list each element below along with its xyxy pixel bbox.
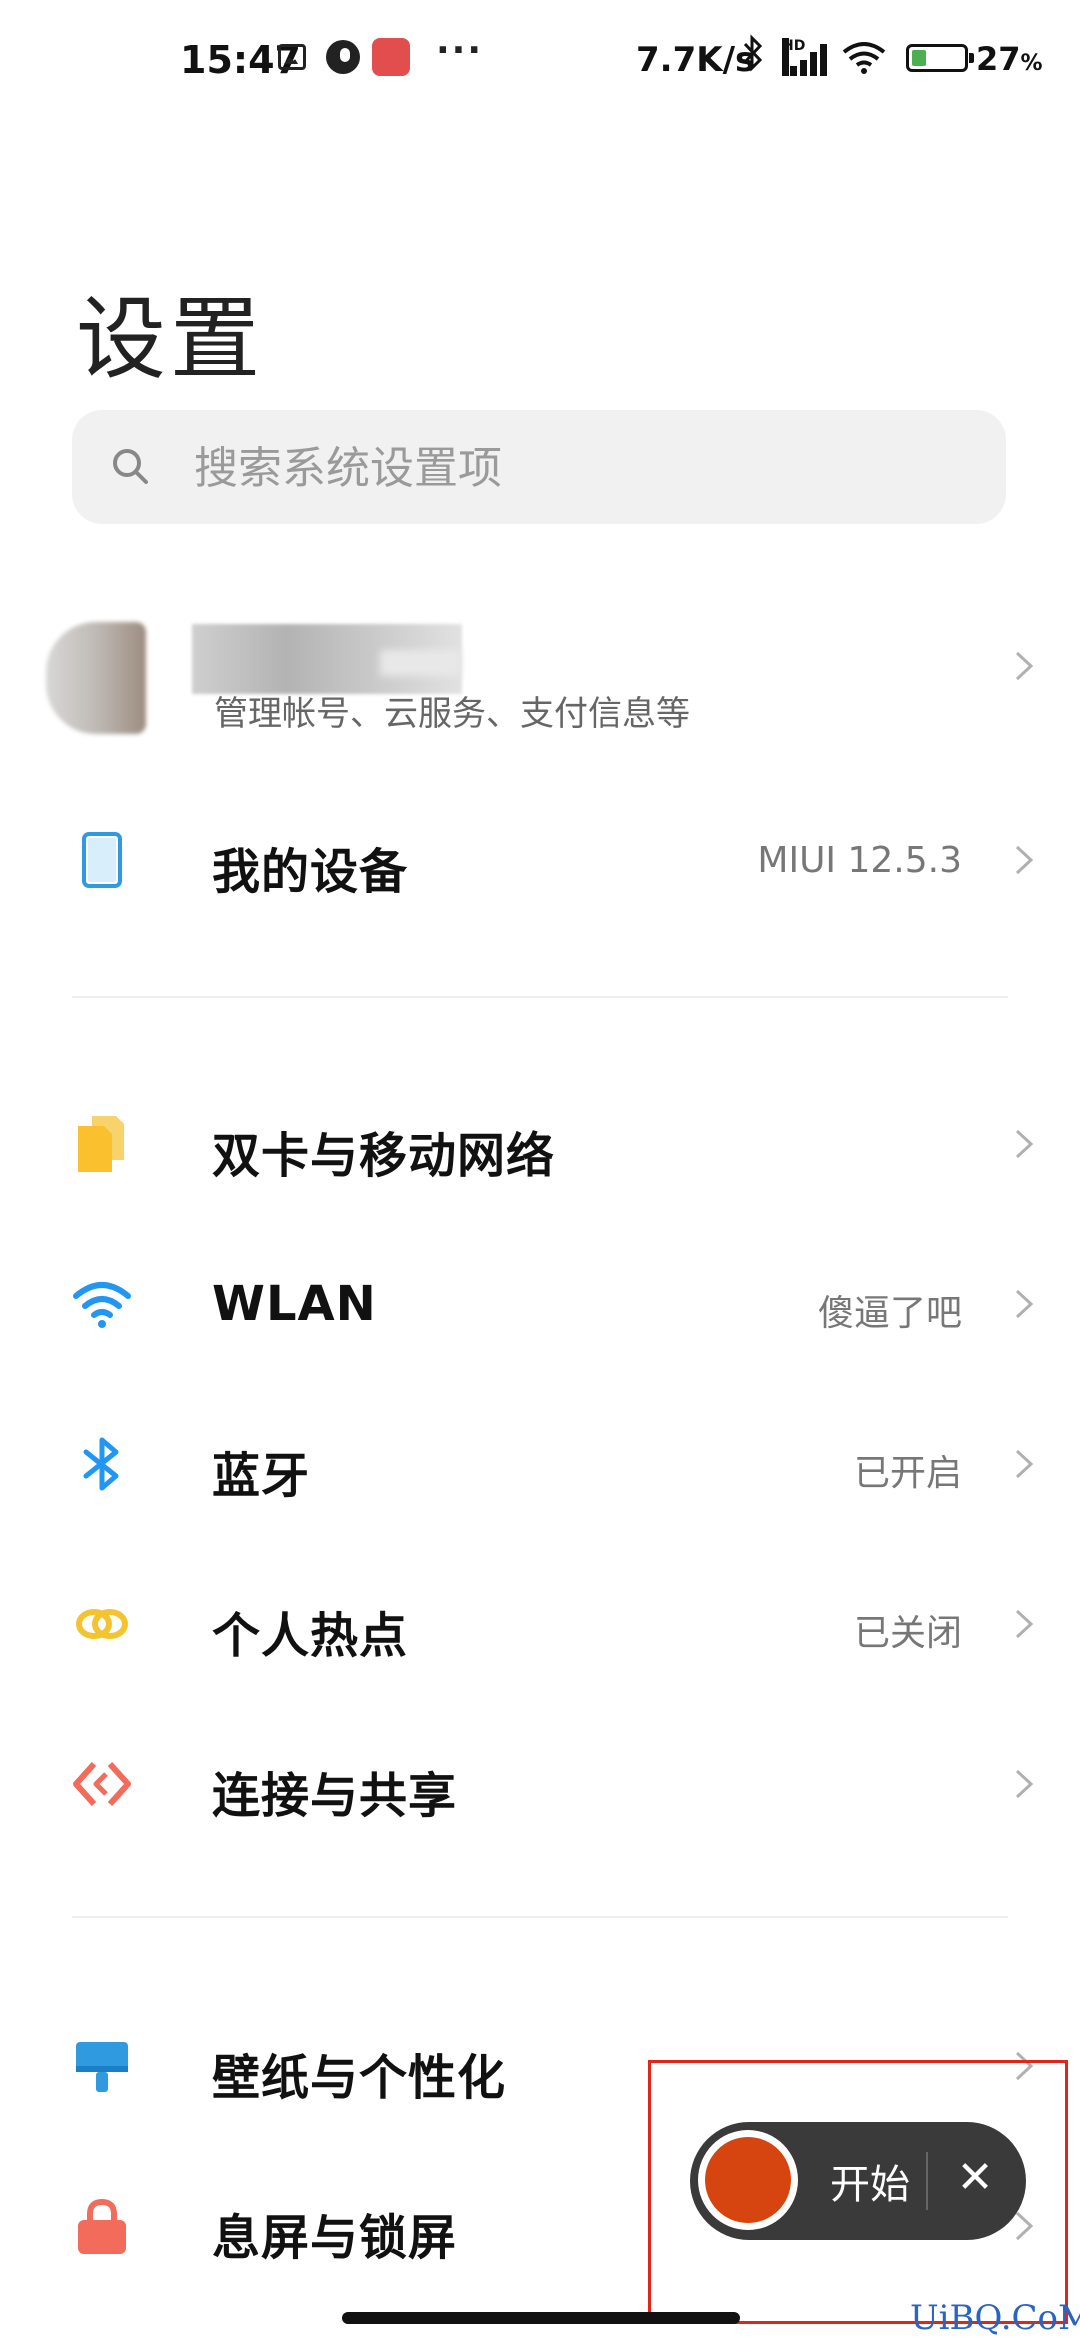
watermark: UiBQ.CoM — [910, 2298, 1080, 2338]
account-row[interactable]: 管理帐号、云服务、支付信息等 — [0, 610, 1080, 760]
start-recording-button[interactable]: 开始 — [830, 2152, 910, 2210]
row-label: WLAN — [212, 1276, 377, 1332]
section-divider — [72, 1916, 1008, 1918]
row-label: 息屏与锁屏 — [212, 2210, 458, 2266]
lock-icon — [78, 2198, 126, 2254]
page-title: 设置 — [76, 287, 264, 392]
row-label: 壁纸与个性化 — [212, 2050, 507, 2106]
search-input[interactable] — [192, 410, 976, 526]
chevron-right-icon — [1015, 1449, 1034, 1479]
chevron-right-icon — [1015, 1769, 1034, 1799]
battery-charging-icon — [906, 44, 974, 72]
record-button[interactable] — [698, 2130, 798, 2230]
settings-row-my-device[interactable]: 我的设备 MIUI 12.5.3 — [0, 784, 1080, 934]
network-speed: 7.7K/s — [636, 40, 756, 80]
settings-row-sim-network[interactable]: 双卡与移动网络 — [0, 1068, 1080, 1218]
row-value: 傻逼了吧 — [817, 1293, 962, 1334]
chevron-right-icon — [1015, 651, 1034, 681]
bluetooth-status-icon — [742, 34, 764, 81]
gesture-navigation-bar[interactable] — [342, 2312, 740, 2324]
app-notification-icon — [326, 40, 360, 74]
share-icon — [73, 1761, 131, 1807]
row-label: 双卡与移动网络 — [212, 1128, 556, 1184]
gallery-notification-icon — [278, 44, 306, 70]
sim-card-icon — [78, 1116, 124, 1172]
paint-brush-icon — [76, 2042, 128, 2092]
chevron-right-icon — [1015, 845, 1034, 875]
settings-row-bluetooth[interactable]: 蓝牙 已开启 — [0, 1388, 1080, 1538]
recorder-separator — [926, 2152, 928, 2210]
settings-row-hotspot[interactable]: 个人热点 已关闭 — [0, 1548, 1080, 1698]
chevron-right-icon — [1015, 1609, 1034, 1639]
hotspot-icon — [76, 1609, 128, 1639]
section-divider — [72, 996, 1008, 998]
chevron-right-icon — [1015, 1289, 1034, 1319]
wifi-icon — [73, 1282, 131, 1328]
search-icon — [113, 449, 148, 484]
status-bar: 15:47 ··· 7.7K/s HD 27% — [0, 0, 1080, 120]
close-icon[interactable]: ✕ — [950, 2148, 1000, 2208]
battery-percentage: 27% — [976, 40, 1043, 78]
row-value: MIUI 12.5.3 — [757, 840, 962, 881]
wifi-status-icon — [842, 40, 886, 74]
avatar — [46, 622, 146, 734]
settings-row-wlan[interactable]: WLAN 傻逼了吧 — [0, 1228, 1080, 1378]
account-subtitle: 管理帐号、云服务、支付信息等 — [214, 694, 690, 734]
row-label: 个人热点 — [212, 1608, 409, 1664]
row-label: 我的设备 — [212, 844, 409, 900]
bluetooth-icon — [83, 1437, 119, 1491]
app-badge-notification-icon — [372, 38, 410, 76]
search-bar[interactable] — [72, 410, 1006, 526]
row-label: 连接与共享 — [212, 1768, 458, 1824]
more-notifications-icon: ··· — [436, 30, 484, 71]
row-label: 蓝牙 — [212, 1448, 311, 1504]
phone-icon — [82, 832, 122, 888]
row-value: 已开启 — [853, 1453, 962, 1494]
cellular-signal-icon: HD — [782, 38, 832, 76]
settings-row-connection-sharing[interactable]: 连接与共享 — [0, 1708, 1080, 1858]
account-name-redacted-fade — [380, 650, 460, 676]
screen-recorder-widget[interactable]: 开始 ✕ — [690, 2122, 1026, 2240]
chevron-right-icon — [1015, 1129, 1034, 1159]
row-value: 已关闭 — [853, 1613, 962, 1654]
